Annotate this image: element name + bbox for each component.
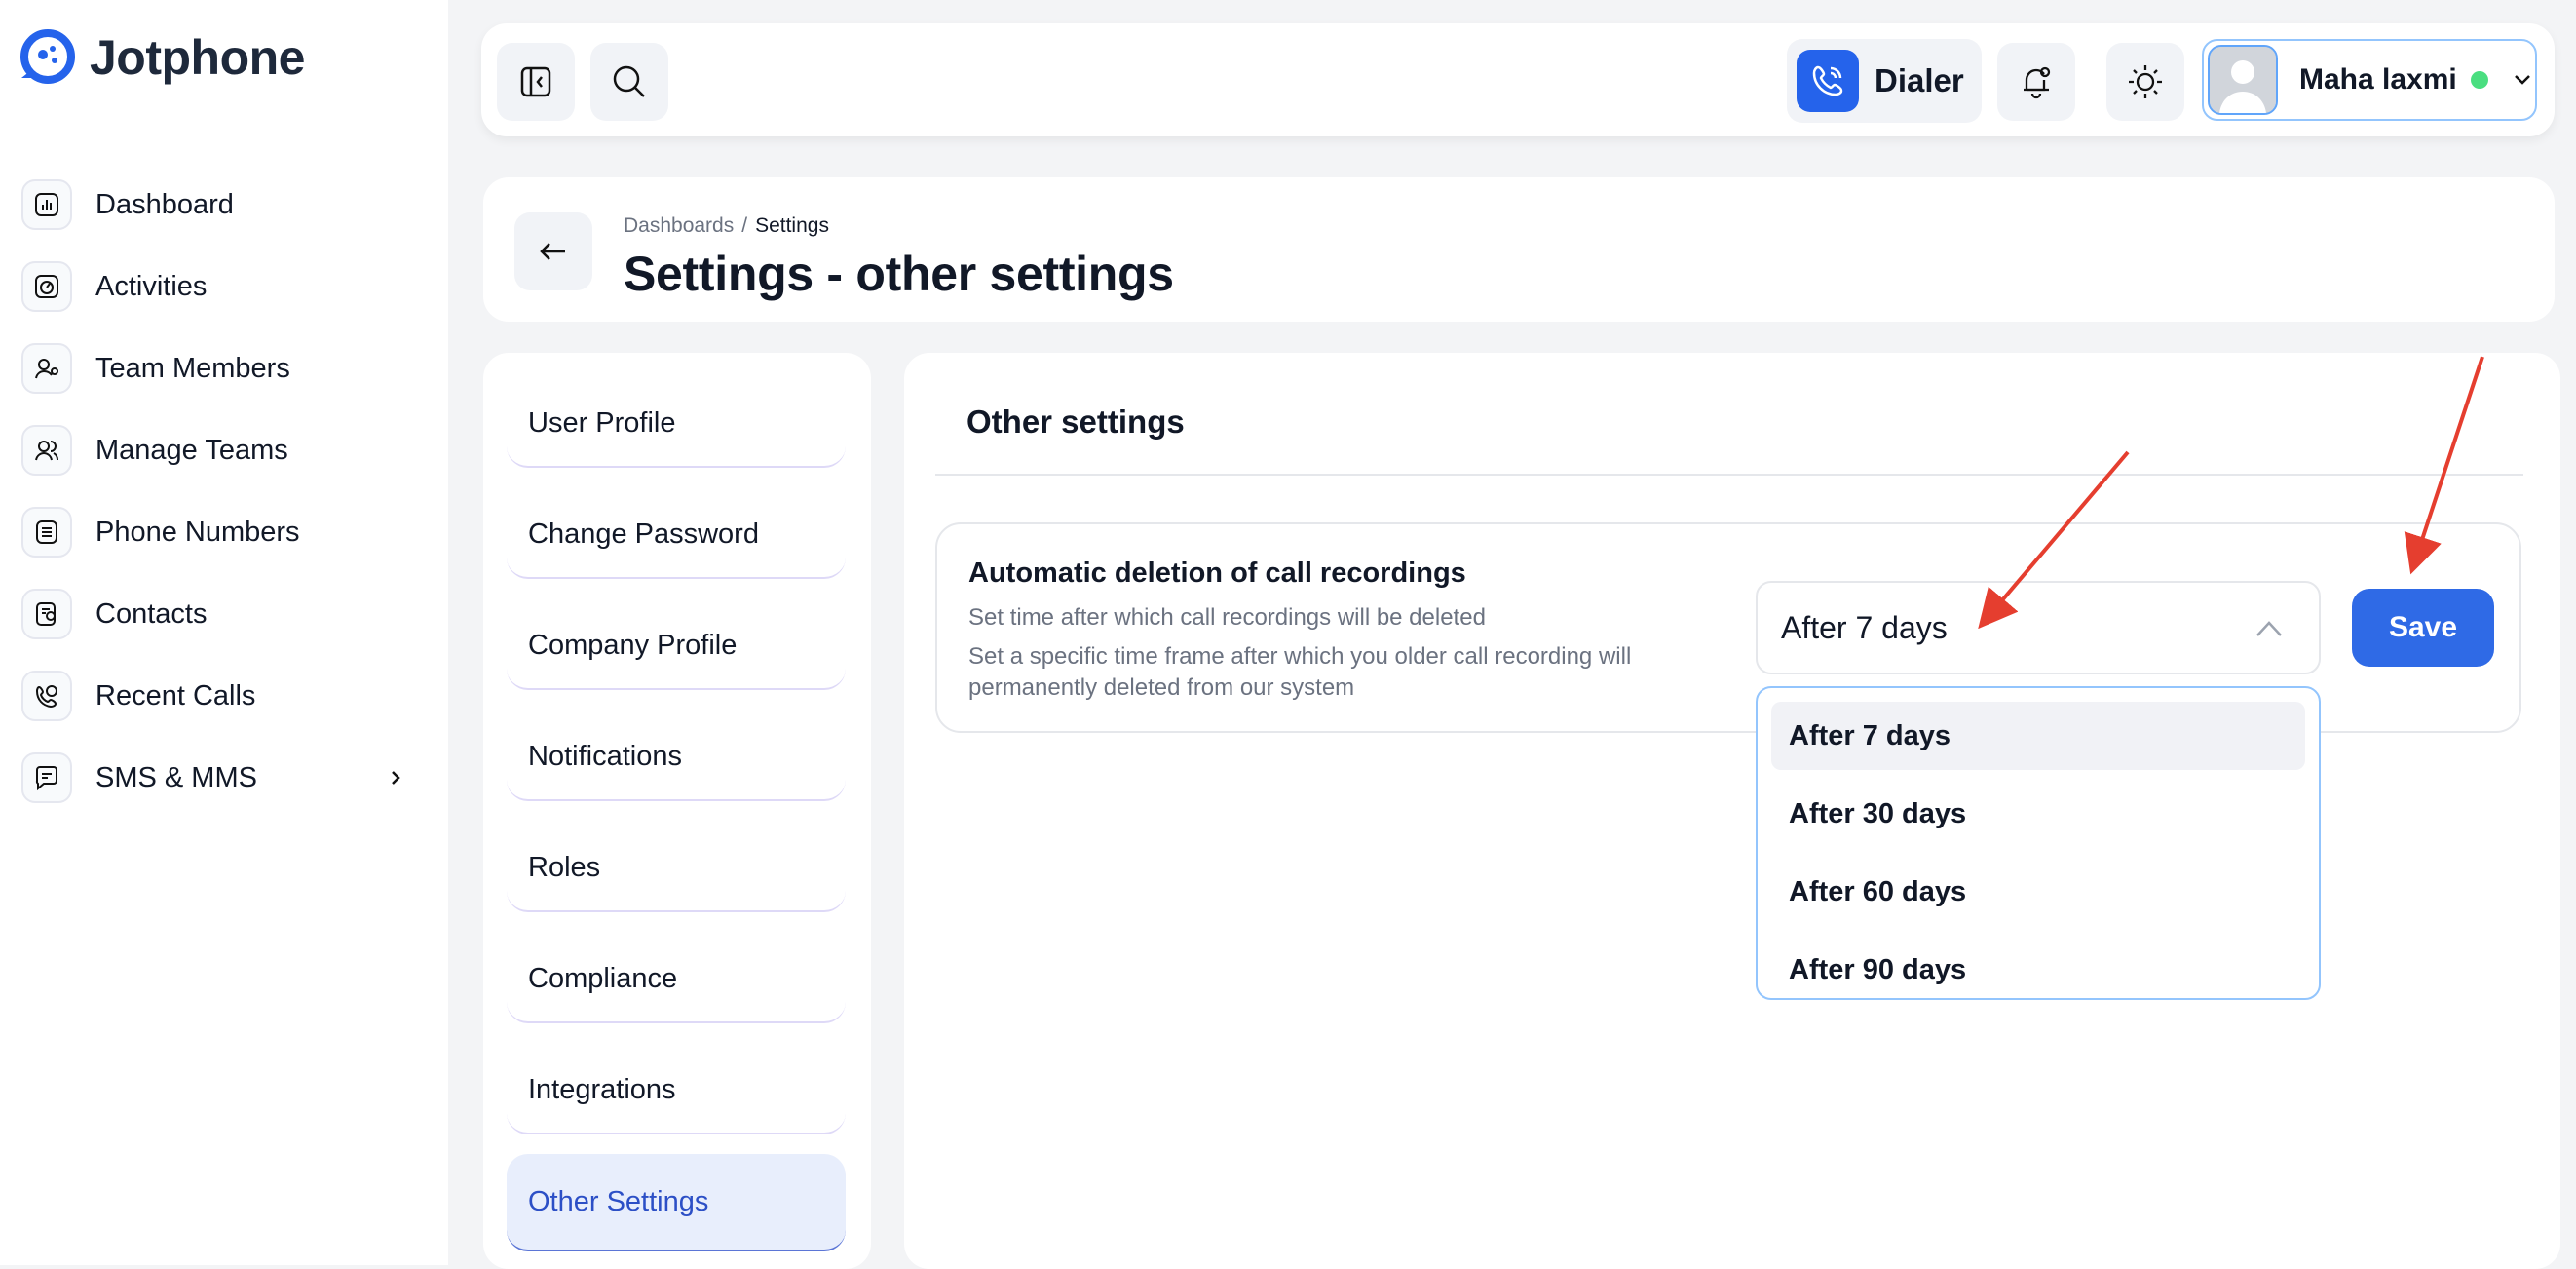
users-icon: [21, 425, 72, 476]
divider: [935, 474, 2523, 476]
user-menu[interactable]: Maha laxmi: [2202, 39, 2537, 121]
menu-item-user-profile[interactable]: User Profile: [507, 380, 846, 468]
search-button[interactable]: [590, 43, 668, 121]
logo[interactable]: Jotphone: [14, 25, 305, 90]
sidebar-item-label: Manage Teams: [95, 434, 288, 466]
phone-icon: [1797, 50, 1859, 112]
select-value: After 7 days: [1781, 609, 1948, 645]
menu-item-notifications[interactable]: Notifications: [507, 713, 846, 801]
setting-description: Set a specific time frame after which yo…: [968, 643, 1632, 701]
sidebar-item-label: SMS & MMS: [95, 761, 257, 793]
menu-item-company-profile[interactable]: Company Profile: [507, 602, 846, 690]
sidebar-item-label: Phone Numbers: [95, 516, 300, 548]
menu-item-change-password[interactable]: Change Password: [507, 491, 846, 579]
sidebar-item-dashboard[interactable]: Dashboard: [19, 164, 429, 246]
page-header: Dashboards / Settings Settings - other s…: [483, 177, 2555, 322]
back-button[interactable]: [514, 212, 592, 290]
setting-title: Automatic deletion of call recordings: [968, 558, 1466, 589]
sidebar-item-label: Contacts: [95, 597, 208, 630]
page-title: Settings - other settings: [624, 247, 1174, 301]
sidebar-item-team-members[interactable]: Team Members: [19, 327, 429, 409]
sidebar-item-activities[interactable]: Activities: [19, 246, 429, 327]
menu-item-compliance[interactable]: Compliance: [507, 936, 846, 1023]
option-after-7-days[interactable]: After 7 days: [1771, 702, 2305, 770]
user-icon: [21, 343, 72, 394]
user-name: Maha laxmi: [2299, 63, 2457, 96]
chart-icon: [21, 179, 72, 230]
online-status-dot: [2470, 71, 2488, 89]
chevron-up-icon: [2256, 621, 2282, 636]
deletion-period-dropdown: After 7 days After 30 days After 60 days…: [1756, 686, 2321, 1000]
arrow-left-icon: [540, 243, 565, 260]
setting-subtitle: Set time after which call recordings wil…: [968, 604, 1486, 631]
breadcrumb-dashboards[interactable]: Dashboards: [624, 214, 734, 238]
deletion-period-select[interactable]: After 7 days: [1756, 581, 2321, 674]
sidebar-item-label: Dashboard: [95, 188, 234, 220]
message-icon: [21, 752, 72, 803]
save-button[interactable]: Save: [2352, 589, 2494, 667]
contact-icon: [21, 589, 72, 639]
activity-icon: [21, 261, 72, 312]
menu-item-integrations[interactable]: Integrations: [507, 1047, 846, 1134]
collapse-sidebar-button[interactable]: [497, 43, 575, 121]
search-icon: [613, 65, 645, 97]
sidebar-item-manage-teams[interactable]: Manage Teams: [19, 409, 429, 491]
sidebar-toggle-icon: [520, 66, 551, 97]
sidebar-nav: Dashboard Activities Team Members Manage…: [19, 164, 429, 819]
notifications-button[interactable]: [1997, 43, 2075, 121]
top-bar: Dialer Maha laxmi: [481, 23, 2555, 136]
option-after-90-days[interactable]: After 90 days: [1771, 936, 2305, 998]
sidebar-item-contacts[interactable]: Contacts: [19, 573, 429, 655]
phone-clock-icon: [21, 671, 72, 721]
breadcrumb-separator: /: [741, 214, 748, 237]
jotphone-logo-icon: [20, 29, 75, 84]
breadcrumb-settings: Settings: [755, 214, 829, 237]
dialer-button[interactable]: Dialer: [1787, 39, 1982, 123]
dialer-label: Dialer: [1875, 62, 1964, 98]
chevron-right-icon: [392, 771, 400, 785]
option-after-30-days[interactable]: After 30 days: [1771, 780, 2305, 848]
sidebar-item-recent-calls[interactable]: Recent Calls: [19, 655, 429, 737]
theme-toggle-button[interactable]: [2106, 43, 2184, 121]
sidebar-item-phone-numbers[interactable]: Phone Numbers: [19, 491, 429, 573]
chevron-down-icon: [2514, 75, 2530, 85]
settings-menu: User Profile Change Password Company Pro…: [483, 353, 871, 1269]
menu-item-roles[interactable]: Roles: [507, 825, 846, 912]
app-name: Jotphone: [90, 30, 305, 85]
sidebar-item-sms-mms[interactable]: SMS & MMS: [19, 737, 429, 819]
avatar: [2208, 45, 2278, 115]
menu-item-other-settings[interactable]: Other Settings: [507, 1154, 846, 1251]
sidebar-item-label: Activities: [95, 270, 208, 302]
sun-icon: [2129, 65, 2162, 98]
sidebar: Jotphone Dashboard Activities Team Membe…: [0, 0, 448, 1265]
sidebar-item-label: Team Members: [95, 352, 290, 384]
sidebar-item-label: Recent Calls: [95, 679, 256, 711]
section-title: Other settings: [966, 404, 1185, 440]
bell-icon: [2024, 66, 2051, 99]
option-after-60-days[interactable]: After 60 days: [1771, 858, 2305, 926]
list-icon: [21, 507, 72, 558]
breadcrumb: Dashboards / Settings: [624, 214, 829, 238]
